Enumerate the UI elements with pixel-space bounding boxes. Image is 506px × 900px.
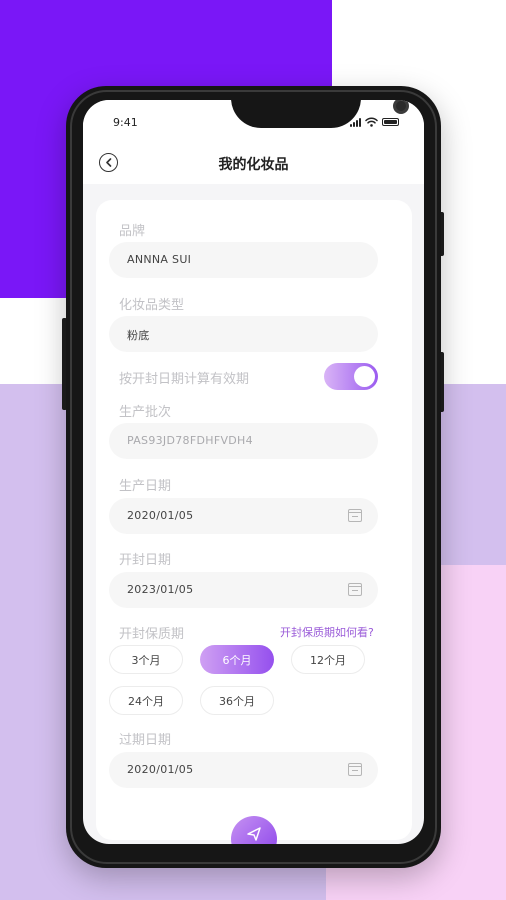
shelf-life-option-24[interactable]: 24个月: [109, 686, 183, 715]
shelf-life-label: 开封保质期: [119, 627, 185, 642]
open-date-label: 开封日期: [119, 553, 172, 568]
shelf-life-help-link[interactable]: 开封保质期如何看?: [280, 624, 374, 640]
brand-value: ANNNA SUI: [127, 253, 192, 266]
wifi-icon: [365, 117, 378, 127]
batch-placeholder: PAS93JD78FDHFVDH4: [127, 434, 253, 447]
expiry-date-field[interactable]: 2020/01/05: [109, 752, 378, 788]
shelf-life-option-6-selected[interactable]: 6个月: [200, 645, 274, 674]
status-time: 9:41: [113, 116, 138, 129]
production-date-label: 生产日期: [119, 479, 172, 494]
type-value: 粉底: [127, 329, 150, 342]
open-date-toggle-label: 按开封日期计算有效期: [119, 372, 250, 387]
open-date-field[interactable]: 2023/01/05: [109, 572, 378, 608]
open-date-value: 2023/01/05: [127, 583, 194, 596]
type-label: 化妆品类型: [119, 298, 185, 313]
calendar-icon: [348, 509, 362, 522]
cosmetic-form-card: 品牌 ANNNA SUI 化妆品类型 粉底 按开封日期计算有效期 生产批次 PA…: [96, 200, 412, 840]
expiry-date-value: 2020/01/05: [127, 763, 194, 776]
status-icons: [350, 117, 399, 127]
batch-label: 生产批次: [119, 405, 172, 420]
page-header: 我的化妆品: [83, 144, 424, 184]
batch-field[interactable]: PAS93JD78FDHFVDH4: [109, 423, 378, 459]
open-date-toggle[interactable]: [324, 363, 378, 390]
type-field[interactable]: 粉底: [109, 316, 378, 352]
shelf-life-option-36[interactable]: 36个月: [200, 686, 274, 715]
production-date-value: 2020/01/05: [127, 509, 194, 522]
toggle-knob: [354, 366, 375, 387]
brand-field[interactable]: ANNNA SUI: [109, 242, 378, 278]
shelf-life-option-12[interactable]: 12个月: [291, 645, 365, 674]
battery-icon: [382, 118, 399, 126]
production-date-field[interactable]: 2020/01/05: [109, 498, 378, 534]
send-icon: [247, 827, 261, 841]
expiry-label: 过期日期: [119, 733, 172, 748]
brand-label: 品牌: [119, 224, 146, 239]
page-title: 我的化妆品: [218, 157, 289, 173]
phone-screen: 9:41 我的化妆品 品牌 ANNNA SUI 化妆品类型 粉底 按开封日期计算…: [83, 100, 424, 844]
calendar-icon: [348, 763, 362, 776]
phone-notch: [231, 100, 409, 128]
shelf-life-option-3[interactable]: 3个月: [109, 645, 183, 674]
calendar-icon: [348, 583, 362, 596]
